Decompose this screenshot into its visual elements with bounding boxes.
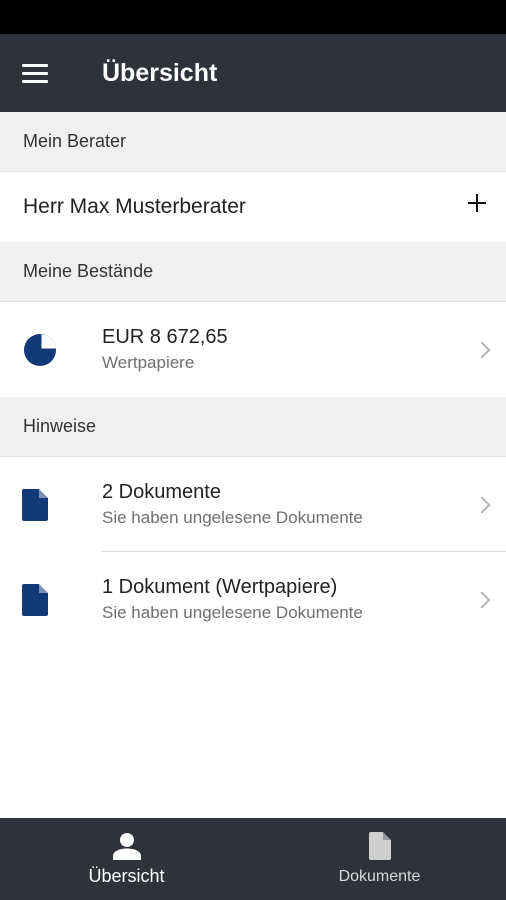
chevron-right-icon (473, 496, 491, 513)
nav-documents-label: Dokumente (338, 868, 421, 885)
document-icon (22, 488, 48, 521)
menu-icon[interactable] (22, 50, 68, 96)
bottom-nav: Übersicht Dokumente (0, 818, 506, 900)
advisor-row[interactable]: Herr Max Musterberater (0, 172, 506, 242)
note-title: 1 Dokument (Wertpapiere) (102, 576, 338, 598)
section-header-advisor: Mein Berater (0, 112, 506, 172)
nav-overview[interactable]: Übersicht (0, 818, 253, 900)
page-title: Übersicht (102, 58, 218, 87)
list-item[interactable]: 2 Dokumente Sie haben ungelesene Dokumen… (0, 457, 506, 552)
holdings-row[interactable]: EUR 8 672,65 Wertpapiere (0, 302, 506, 397)
app-bar: Übersicht (0, 34, 506, 112)
chevron-right-icon (473, 341, 491, 358)
nav-overview-label: Übersicht (88, 865, 165, 886)
note-subtitle: Sie haben ungelesene Dokumente (102, 508, 363, 527)
pie-chart-icon (24, 333, 56, 366)
list-item[interactable]: 1 Dokument (Wertpapiere) Sie haben ungel… (0, 552, 506, 647)
nav-documents[interactable]: Dokumente (253, 818, 506, 900)
document-icon (368, 832, 391, 860)
advisor-name: Herr Max Musterberater (23, 195, 246, 218)
status-bar (0, 0, 506, 34)
note-title: 2 Dokumente (102, 481, 221, 503)
plus-icon[interactable] (468, 194, 486, 212)
holdings-type: Wertpapiere (102, 353, 195, 372)
person-icon (112, 832, 141, 860)
chevron-right-icon (473, 591, 491, 608)
holdings-amount: EUR 8 672,65 (102, 326, 228, 348)
section-header-notes: Hinweise (0, 397, 506, 457)
note-subtitle: Sie haben ungelesene Dokumente (102, 603, 363, 622)
main-content: Mein Berater Herr Max Musterberater Mein… (0, 112, 506, 818)
section-header-holdings: Meine Bestände (0, 242, 506, 302)
document-icon (22, 583, 48, 616)
